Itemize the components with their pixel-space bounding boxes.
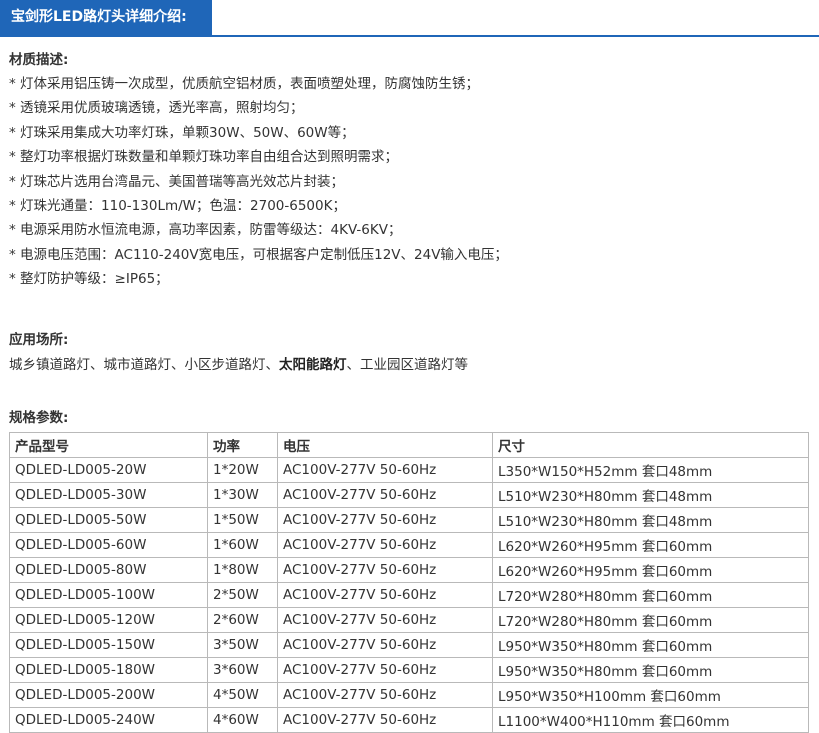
table-row: QDLED-LD005-50W 1*50W AC100V-277V 50-60Hz L…	[9, 506, 809, 533]
column-header-power: 功率	[207, 431, 278, 458]
application-section-title: 应用场所:	[9, 331, 69, 348]
cell-voltage: AC100V-277V 50-60Hz	[277, 456, 493, 483]
table-row: QDLED-LD005-80W 1*80W AC100V-277V 50-60Hz L…	[9, 556, 809, 583]
content-area: 材质描述: * 灯体采用铝压铸一次成型，优质航空铝材质，表面喷塑处理，防腐蚀防生…	[9, 50, 809, 733]
table-row: QDLED-LD005-60W 1*60W AC100V-277V 50-60Hz L…	[9, 531, 809, 558]
table-row: QDLED-LD005-30W 1*30W AC100V-277V 50-60Hz L…	[9, 481, 809, 508]
cell-power: 1*20W	[207, 456, 278, 483]
application-text: 城乡镇道路灯、城市道路灯、小区步道路灯、太阳能路灯、工业园区道路灯等	[9, 353, 809, 377]
material-item: * 整灯防护等级：≥IP65；	[9, 271, 169, 288]
cell-model: QDLED-LD005-20W	[9, 456, 208, 483]
spec-table: 产品型号 功率 电压 尺寸 QDLED-LD005-20W 1*20W AC100V…	[9, 431, 809, 733]
column-header-voltage: 电压	[277, 431, 493, 458]
cell-size: L510*W230*H80mm 套口48mm	[492, 481, 809, 508]
cell-voltage: AC100V-277V 50-60Hz	[277, 681, 493, 708]
cell-voltage: AC100V-277V 50-60Hz	[277, 531, 493, 558]
cell-power: 2*60W	[207, 606, 278, 633]
cell-voltage: AC100V-277V 50-60Hz	[277, 481, 493, 508]
table-row: QDLED-LD005-180W 3*60W AC100V-277V 50-60Hz…	[9, 656, 809, 683]
cell-size: L950*W350*H80mm 套口60mm	[492, 631, 809, 658]
material-section-title: 材质描述:	[9, 52, 69, 68]
cell-power: 3*50W	[207, 631, 278, 658]
cell-power: 1*30W	[207, 481, 278, 508]
cell-model: QDLED-LD005-60W	[9, 531, 208, 558]
header-tab-title: 宝剑形LED路灯头详细介绍:	[0, 0, 212, 35]
cell-power: 2*50W	[207, 581, 278, 608]
cell-power: 3*60W	[207, 656, 278, 683]
cell-model: QDLED-LD005-120W	[9, 606, 208, 633]
cell-voltage: AC100V-277V 50-60Hz	[277, 631, 493, 658]
table-row: QDLED-LD005-20W 1*20W AC100V-277V 50-60Hz L…	[9, 456, 809, 483]
column-header-size: 尺寸	[492, 431, 809, 458]
material-item: * 灯体采用铝压铸一次成型，优质航空铝材质，表面喷塑处理，防腐蚀防生锈；	[9, 76, 480, 92]
cell-voltage: AC100V-277V 50-60Hz	[277, 656, 493, 683]
table-row: QDLED-LD005-200W 4*50W AC100V-277V 50-60Hz…	[9, 681, 809, 708]
column-header-model: 产品型号	[9, 431, 208, 458]
cell-model: QDLED-LD005-30W	[9, 481, 208, 508]
material-item: * 整灯功率根据灯珠数量和单颗灯珠功率自由组合达到照明需求；	[9, 149, 399, 166]
cell-power: 4*60W	[207, 706, 278, 733]
cell-size: L950*W350*H100mm 套口60mm	[492, 681, 809, 708]
table-row: QDLED-LD005-150W 3*50W AC100V-277V 50-60Hz…	[9, 631, 809, 658]
cell-size: L510*W230*H80mm 套口48mm	[492, 506, 809, 533]
cell-size: L720*W280*H80mm 套口60mm	[492, 581, 809, 608]
material-item: * 透镜采用优质玻璃透镜，透光率高，照射均匀；	[9, 100, 304, 117]
cell-size: L950*W350*H80mm 套口60mm	[492, 656, 809, 683]
cell-model: QDLED-LD005-80W	[9, 556, 208, 583]
spec-table-header-row: 产品型号 功率 电压 尺寸	[9, 431, 809, 458]
header-bar: 宝剑形LED路灯头详细介绍:	[0, 0, 819, 37]
material-item: * 电源电压范围：AC110-240V宽电压，可根据客户定制低压12V、24V输…	[9, 246, 508, 263]
cell-voltage: AC100V-277V 50-60Hz	[277, 556, 493, 583]
material-list: * 灯体采用铝压铸一次成型，优质航空铝材质，表面喷塑处理，防腐蚀防生锈； * 透…	[9, 72, 809, 292]
cell-model: QDLED-LD005-50W	[9, 506, 208, 533]
cell-model: QDLED-LD005-150W	[9, 631, 208, 658]
cell-size: L1100*W400*H110mm 套口60mm	[492, 706, 809, 733]
cell-size: L720*W280*H80mm 套口60mm	[492, 606, 809, 633]
cell-voltage: AC100V-277V 50-60Hz	[277, 706, 493, 733]
cell-power: 1*50W	[207, 506, 278, 533]
cell-model: QDLED-LD005-240W	[9, 706, 208, 733]
application-text-before: 城乡镇道路灯、城市道路灯、小区步道路灯、	[9, 356, 279, 373]
cell-voltage: AC100V-277V 50-60Hz	[277, 581, 493, 608]
material-item: * 灯珠采用集成大功率灯珠，单颗30W、50W、60W等；	[9, 124, 355, 141]
cell-size: L620*W260*H95mm 套口60mm	[492, 556, 809, 583]
material-item: * 灯珠光通量：110-130Lm/W；色温：2700-6500K；	[9, 198, 346, 215]
cell-power: 4*50W	[207, 681, 278, 708]
application-text-after: 、工业园区道路灯等	[346, 356, 469, 373]
cell-voltage: AC100V-277V 50-60Hz	[277, 606, 493, 633]
cell-voltage: AC100V-277V 50-60Hz	[277, 506, 493, 533]
material-item: * 灯珠芯片选用台湾晶元、美国普瑞等高光效芯片封装；	[9, 173, 345, 190]
material-item: * 电源采用防水恒流电源，高功率因素，防雷等级达：4KV-6KV；	[9, 222, 402, 239]
cell-power: 1*80W	[207, 556, 278, 583]
cell-size: L350*W150*H52mm 套口48mm	[492, 456, 809, 483]
table-row: QDLED-LD005-120W 2*60W AC100V-277V 50-60Hz…	[9, 606, 809, 633]
cell-power: 1*60W	[207, 531, 278, 558]
cell-model: QDLED-LD005-180W	[9, 656, 208, 683]
application-text-bold: 太阳能路灯	[279, 356, 347, 373]
cell-size: L620*W260*H95mm 套口60mm	[492, 531, 809, 558]
cell-model: QDLED-LD005-100W	[9, 581, 208, 608]
specs-section-title: 规格参数:	[9, 409, 69, 426]
table-row: QDLED-LD005-100W 2*50W AC100V-277V 50-60Hz…	[9, 581, 809, 608]
cell-model: QDLED-LD005-200W	[9, 681, 208, 708]
table-row: QDLED-LD005-240W 4*60W AC100V-277V 50-60Hz…	[9, 706, 809, 733]
